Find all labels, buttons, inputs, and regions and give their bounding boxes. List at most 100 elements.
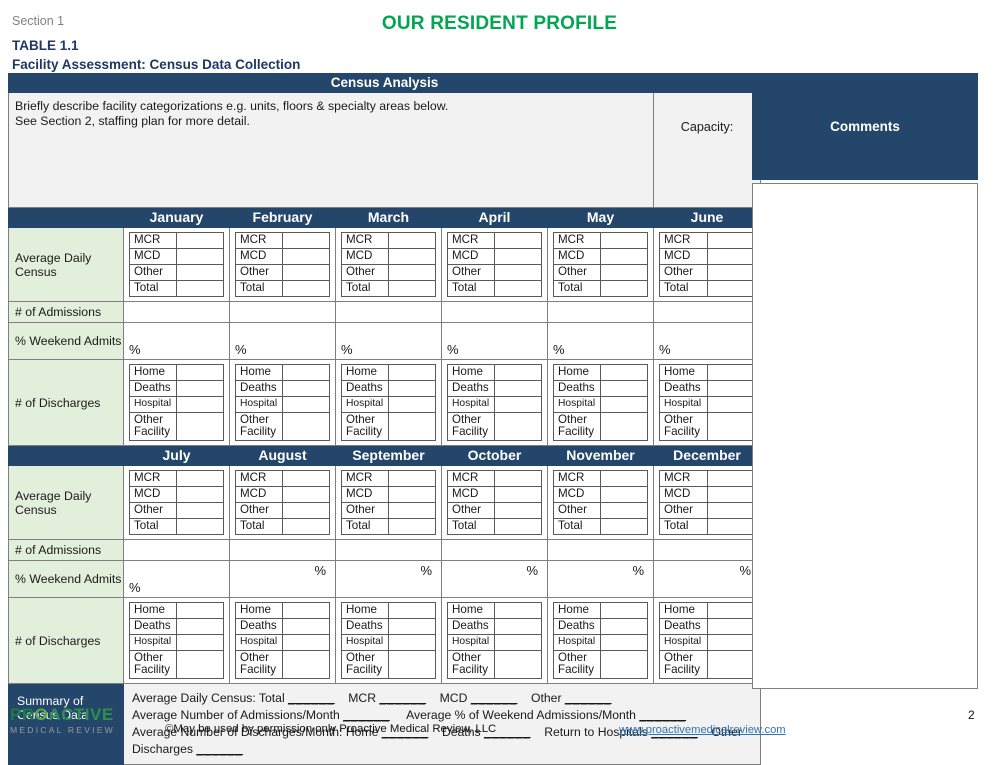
discharges-cell-october[interactable]: Home Deaths Hospital Other Facility <box>441 597 548 684</box>
sub-value-total[interactable] <box>176 280 224 297</box>
admissions-cell-may[interactable] <box>547 301 654 323</box>
weekend-admits-cell-january[interactable]: % <box>123 322 230 360</box>
sub-value-hospital[interactable] <box>282 634 330 651</box>
website-link[interactable]: www.proactivemedicalreview.com <box>619 724 786 736</box>
sub-value-hospital[interactable] <box>494 634 542 651</box>
weekend-admits-cell-october[interactable]: % <box>441 560 548 598</box>
adc-cell-august[interactable]: MCR MCD Other Total <box>229 465 336 540</box>
sub-value-mcr[interactable] <box>388 470 436 487</box>
discharges-cell-april[interactable]: Home Deaths Hospital Other Facility <box>441 359 548 446</box>
sub-value-hospital[interactable] <box>600 634 648 651</box>
capacity-field[interactable]: Capacity: <box>652 92 762 208</box>
adc-cell-march[interactable]: MCR MCD Other Total <box>335 227 442 302</box>
weekend-admits-cell-february[interactable]: % <box>229 322 336 360</box>
sub-value-mcr[interactable] <box>600 470 648 487</box>
sub-value-other[interactable] <box>494 502 542 519</box>
sub-value-other-facility[interactable] <box>600 412 648 441</box>
sub-value-deaths[interactable] <box>706 380 756 397</box>
sub-value-mcr[interactable] <box>494 232 542 249</box>
sub-value-mcd[interactable] <box>706 486 756 503</box>
sub-value-home[interactable] <box>176 364 224 381</box>
sub-value-other-facility[interactable] <box>176 650 224 679</box>
sub-value-other-facility[interactable] <box>494 650 542 679</box>
admissions-cell-june[interactable] <box>652 301 762 323</box>
sub-value-other[interactable] <box>600 264 648 281</box>
sub-value-hospital[interactable] <box>388 634 436 651</box>
adc-cell-july[interactable]: MCR MCD Other Total <box>123 465 230 540</box>
sub-value-mcr[interactable] <box>706 470 756 487</box>
sub-value-home[interactable] <box>282 602 330 619</box>
admissions-cell-august[interactable] <box>229 539 336 561</box>
discharges-cell-september[interactable]: Home Deaths Hospital Other Facility <box>335 597 442 684</box>
sub-value-home[interactable] <box>388 364 436 381</box>
summary-blank[interactable]: ______ <box>639 708 686 722</box>
admissions-cell-october[interactable] <box>441 539 548 561</box>
discharges-cell-march[interactable]: Home Deaths Hospital Other Facility <box>335 359 442 446</box>
sub-value-hospital[interactable] <box>282 396 330 413</box>
facility-description-field[interactable]: Briefly describe facility categorization… <box>8 92 654 208</box>
sub-value-total[interactable] <box>706 280 756 297</box>
adc-cell-february[interactable]: MCR MCD Other Total <box>229 227 336 302</box>
sub-value-total[interactable] <box>706 518 756 535</box>
summary-blank[interactable]: ______ <box>288 691 335 705</box>
sub-value-other[interactable] <box>706 264 756 281</box>
sub-value-mcr[interactable] <box>282 232 330 249</box>
discharges-cell-january[interactable]: Home Deaths Hospital Other Facility <box>123 359 230 446</box>
sub-value-total[interactable] <box>388 518 436 535</box>
sub-value-total[interactable] <box>600 280 648 297</box>
weekend-admits-cell-september[interactable]: % <box>335 560 442 598</box>
sub-value-mcr[interactable] <box>494 470 542 487</box>
sub-value-other[interactable] <box>388 264 436 281</box>
sub-value-mcd[interactable] <box>706 248 756 265</box>
weekend-admits-cell-november[interactable]: % <box>547 560 654 598</box>
weekend-admits-cell-june[interactable]: % <box>652 322 762 360</box>
sub-value-other[interactable] <box>176 264 224 281</box>
sub-value-home[interactable] <box>282 364 330 381</box>
sub-value-mcd[interactable] <box>388 248 436 265</box>
comments-field[interactable] <box>752 183 978 689</box>
admissions-cell-march[interactable] <box>335 301 442 323</box>
sub-value-other-facility[interactable] <box>388 650 436 679</box>
sub-value-deaths[interactable] <box>282 380 330 397</box>
sub-value-mcd[interactable] <box>176 486 224 503</box>
sub-value-other[interactable] <box>494 264 542 281</box>
summary-blank[interactable]: ______ <box>379 691 426 705</box>
sub-value-mcr[interactable] <box>282 470 330 487</box>
discharges-cell-july[interactable]: Home Deaths Hospital Other Facility <box>123 597 230 684</box>
adc-cell-june[interactable]: MCR MCD Other Total <box>652 227 762 302</box>
sub-value-deaths[interactable] <box>494 618 542 635</box>
sub-value-hospital[interactable] <box>706 634 756 651</box>
admissions-cell-july[interactable] <box>123 539 230 561</box>
summary-blank[interactable]: ______ <box>343 708 390 722</box>
adc-cell-april[interactable]: MCR MCD Other Total <box>441 227 548 302</box>
sub-value-total[interactable] <box>494 280 542 297</box>
sub-value-home[interactable] <box>706 602 756 619</box>
sub-value-deaths[interactable] <box>600 618 648 635</box>
summary-blank[interactable]: ______ <box>565 691 612 705</box>
sub-value-deaths[interactable] <box>176 380 224 397</box>
adc-cell-september[interactable]: MCR MCD Other Total <box>335 465 442 540</box>
weekend-admits-cell-july[interactable]: % <box>123 560 230 598</box>
discharges-cell-june[interactable]: Home Deaths Hospital Other Facility <box>652 359 762 446</box>
adc-cell-january[interactable]: MCR MCD Other Total <box>123 227 230 302</box>
admissions-cell-january[interactable] <box>123 301 230 323</box>
sub-value-hospital[interactable] <box>176 396 224 413</box>
sub-value-hospital[interactable] <box>494 396 542 413</box>
sub-value-mcd[interactable] <box>600 248 648 265</box>
sub-value-other-facility[interactable] <box>388 412 436 441</box>
sub-value-mcr[interactable] <box>176 232 224 249</box>
sub-value-home[interactable] <box>600 364 648 381</box>
sub-value-mcd[interactable] <box>282 486 330 503</box>
sub-value-home[interactable] <box>600 602 648 619</box>
sub-value-mcr[interactable] <box>388 232 436 249</box>
discharges-cell-august[interactable]: Home Deaths Hospital Other Facility <box>229 597 336 684</box>
admissions-cell-november[interactable] <box>547 539 654 561</box>
discharges-cell-february[interactable]: Home Deaths Hospital Other Facility <box>229 359 336 446</box>
sub-value-hospital[interactable] <box>176 634 224 651</box>
sub-value-total[interactable] <box>494 518 542 535</box>
sub-value-other-facility[interactable] <box>282 650 330 679</box>
weekend-admits-cell-august[interactable]: % <box>229 560 336 598</box>
sub-value-hospital[interactable] <box>388 396 436 413</box>
sub-value-other[interactable] <box>388 502 436 519</box>
discharges-cell-may[interactable]: Home Deaths Hospital Other Facility <box>547 359 654 446</box>
